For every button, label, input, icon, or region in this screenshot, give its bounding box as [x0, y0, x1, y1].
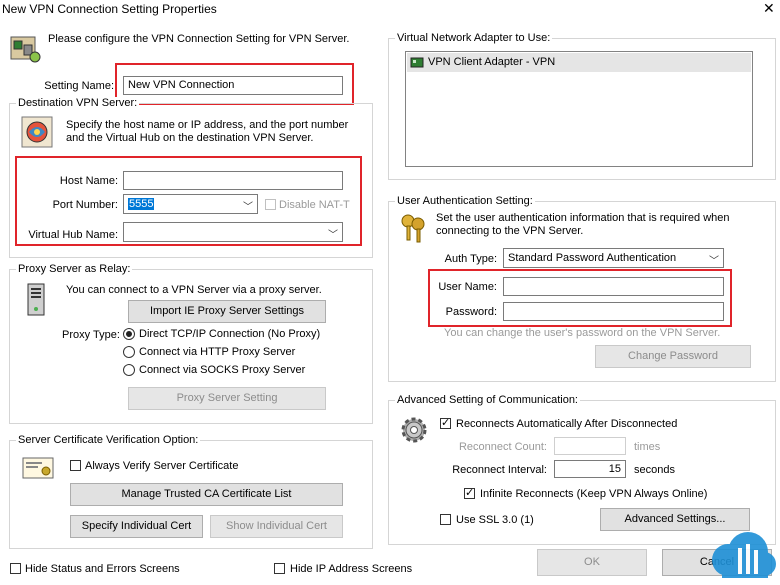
adapter-list[interactable]: VPN Client Adapter - VPN [405, 51, 753, 167]
highlight-setting-name [115, 63, 354, 105]
hide-ip-checkbox[interactable] [274, 563, 285, 574]
highlight-destination [15, 156, 362, 246]
reconnect-count-unit: times [634, 441, 661, 453]
list-item[interactable]: VPN Client Adapter - VPN [407, 53, 751, 72]
import-ie-proxy-button[interactable]: Import IE Proxy Server Settings [128, 300, 326, 323]
hide-status-label: Hide Status and Errors Screens [25, 563, 180, 575]
cert-group-title: Server Certificate Verification Option: [16, 434, 201, 446]
adapter-item-label: VPN Client Adapter - VPN [428, 56, 556, 68]
use-ssl-label: Use SSL 3.0 (1) [456, 514, 534, 526]
window-title: New VPN Connection Setting Properties [2, 2, 217, 16]
reconnect-interval-unit: seconds [634, 464, 675, 476]
advanced-settings-button[interactable]: Advanced Settings... [600, 508, 750, 531]
show-individual-cert-button[interactable]: Show Individual Cert [210, 515, 343, 538]
ok-button[interactable]: OK [537, 549, 647, 576]
infinite-reconnects-checkbox[interactable] [464, 486, 475, 499]
reconnect-count-input[interactable] [554, 437, 626, 455]
proxy-direct-label: Direct TCP/IP Connection (No Proxy) [139, 328, 321, 340]
intro-text: Please configure the VPN Connection Sett… [48, 33, 350, 45]
gear-icon [398, 414, 430, 446]
proxy-socks-radio[interactable] [123, 364, 135, 376]
manage-trusted-ca-button[interactable]: Manage Trusted CA Certificate List [70, 483, 343, 506]
setting-name-label: Setting Name: [44, 80, 114, 92]
proxy-type-label: Proxy Type: [62, 329, 120, 341]
reconnect-auto-checkbox[interactable] [440, 416, 451, 429]
advanced-group-title: Advanced Setting of Communication: [395, 394, 580, 406]
auth-desc-1: Set the user authentication information … [436, 212, 730, 224]
password-hint: You can change the user's password on th… [444, 327, 721, 339]
hide-ip-label: Hide IP Address Screens [290, 563, 413, 575]
certificate-icon [22, 456, 54, 480]
auth-group-title: User Authentication Setting: [395, 195, 535, 207]
proxy-server-setting-button[interactable]: Proxy Server Setting [128, 387, 326, 410]
adapter-group-title: Virtual Network Adapter to Use: [395, 32, 553, 44]
proxy-http-label: Connect via HTTP Proxy Server [139, 346, 296, 358]
vpn-config-icon [8, 33, 42, 63]
change-password-button[interactable]: Change Password [595, 345, 751, 368]
always-verify-label: Always Verify Server Certificate [85, 460, 239, 472]
hide-status-checkbox[interactable] [10, 563, 21, 574]
highlight-user-credentials [428, 269, 732, 327]
reconnect-auto-label: Reconnects Automatically After Disconnec… [456, 418, 678, 430]
always-verify-checkbox[interactable] [70, 460, 81, 471]
infinite-reconnects-label: Infinite Reconnects (Keep VPN Always Onl… [480, 488, 708, 500]
proxy-socks-label: Connect via SOCKS Proxy Server [139, 364, 306, 376]
destination-desc-1: Specify the host name or IP address, and… [66, 119, 349, 131]
cloud-watermark-icon [704, 530, 778, 582]
server-globe-icon [21, 116, 53, 148]
use-ssl-checkbox[interactable] [440, 514, 451, 525]
auth-type-select[interactable]: Standard Password Authentication ﹀ [503, 248, 724, 268]
proxy-group-title: Proxy Server as Relay: [16, 263, 133, 275]
auth-desc-2: connecting to the VPN Server. [436, 225, 584, 237]
reconnect-count-label: Reconnect Count: [458, 441, 547, 453]
specify-individual-cert-button[interactable]: Specify Individual Cert [70, 515, 203, 538]
auth-type-value: Standard Password Authentication [508, 252, 677, 264]
chevron-down-icon: ﹀ [709, 256, 719, 267]
auth-type-label: Auth Type: [444, 253, 497, 265]
proxy-desc: You can connect to a VPN Server via a pr… [66, 284, 322, 296]
proxy-http-radio[interactable] [123, 346, 135, 358]
reconnect-interval-label: Reconnect Interval: [452, 464, 547, 476]
network-adapter-icon [410, 57, 424, 68]
proxy-server-icon [24, 283, 48, 317]
keys-icon [398, 212, 430, 244]
destination-group-title: Destination VPN Server: [16, 97, 140, 109]
proxy-direct-radio[interactable] [123, 328, 135, 340]
close-icon[interactable]: ✕ [763, 0, 775, 17]
destination-desc-2: and the Virtual Hub on the destination V… [66, 132, 314, 144]
reconnect-interval-input[interactable]: 15 [554, 460, 626, 478]
